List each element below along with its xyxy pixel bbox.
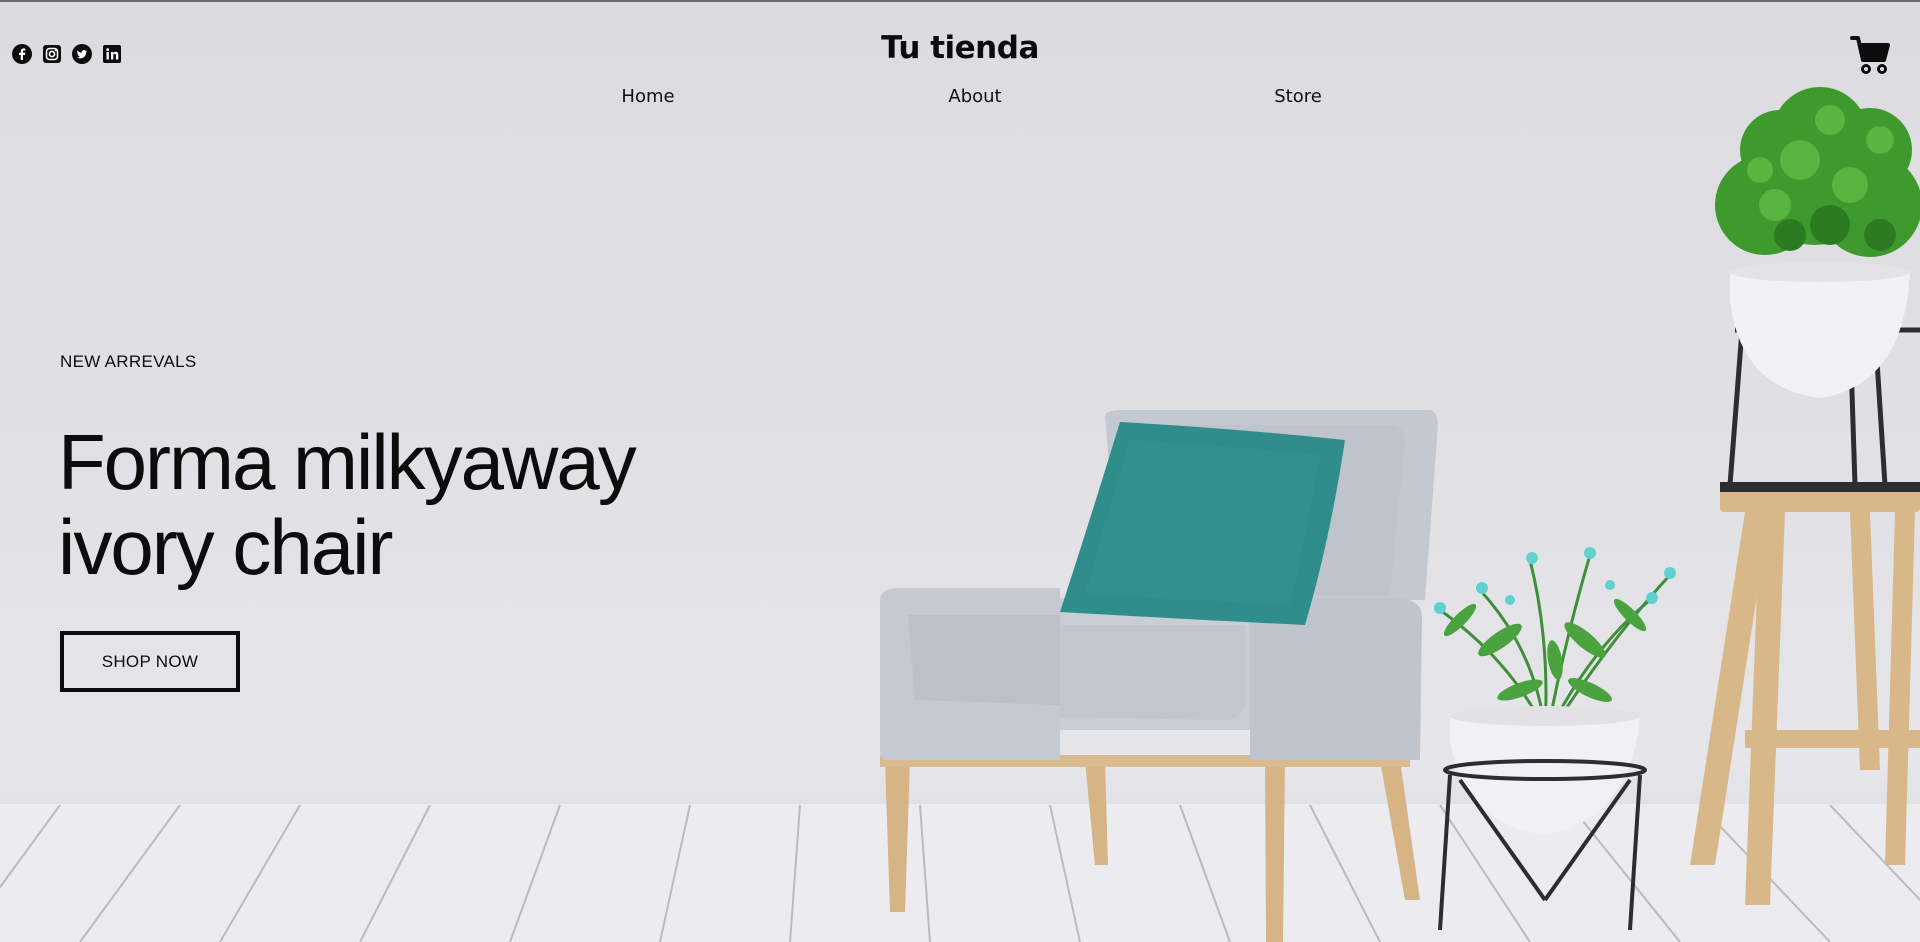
cart-icon[interactable] [1850, 34, 1892, 76]
hero-title-line1: Forma milkyaway [58, 418, 637, 506]
nav-item-store[interactable]: Store [1274, 86, 1322, 107]
top-border [0, 0, 1920, 2]
shop-now-button[interactable]: SHOP NOW [60, 631, 240, 692]
hero-title-line2: ivory chair [58, 503, 393, 591]
hero-title: Forma milkyaway ivory chair [58, 418, 637, 591]
hero-background-wall [0, 0, 1920, 760]
site-logo[interactable]: Tu tienda [0, 30, 1920, 66]
hero-kicker: NEW ARREVALS [60, 352, 197, 371]
baseboard [0, 758, 1920, 805]
main-nav: Home About Store [0, 86, 1920, 110]
nav-item-about[interactable]: About [948, 86, 1001, 107]
floor [0, 804, 1920, 942]
nav-item-home[interactable]: Home [621, 86, 674, 107]
